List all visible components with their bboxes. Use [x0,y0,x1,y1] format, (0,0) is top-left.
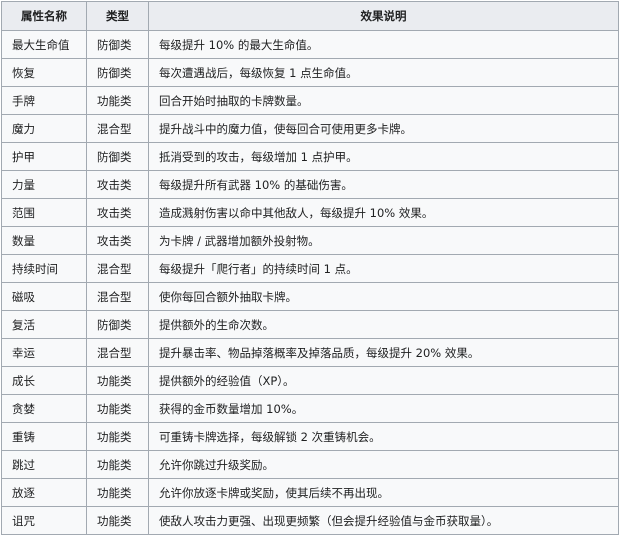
table-row: 幸运 混合型 提升暴击率、物品掉落概率及掉落品质，每级提升 20% 效果。 [1,338,619,367]
effect-cell: 提升暴击率、物品掉落概率及掉落品质，每级提升 20% 效果。 [148,338,619,367]
type-cell: 功能类 [86,506,149,535]
effect-cell: 使敌人攻击力更强、出现更频繁（但会提升经验值与金币获取量）。 [148,506,619,535]
attribute-name-cell: 磁吸 [1,282,87,311]
effect-cell: 每级提升「爬行者」的持续时间 1 点。 [148,254,619,283]
table-row: 放逐 功能类 允许你放逐卡牌或奖励，使其后续不再出现。 [1,478,619,507]
attribute-name-cell: 幸运 [1,338,87,367]
table-body: 最大生命值 防御类 每级提升 10% 的最大生命值。 恢复 防御类 每次遭遇战后，每级恢复… [1,30,619,535]
effect-cell: 每级提升所有武器 10% 的基础伤害。 [148,170,619,199]
attribute-name-cell: 护甲 [1,142,87,171]
header-attribute-name: 属性名称 [1,1,87,31]
attribute-name-cell: 跳过 [1,450,87,479]
type-cell: 攻击类 [86,226,149,255]
table-row: 恢复 防御类 每次遭遇战后，每级恢复 1 点生命值。 [1,58,619,87]
table-row: 诅咒 功能类 使敌人攻击力更强、出现更频繁（但会提升经验值与金币获取量）。 [1,506,619,535]
attribute-name-cell: 重铸 [1,422,87,451]
type-cell: 功能类 [86,86,149,115]
attribute-name-cell: 力量 [1,170,87,199]
effect-cell: 每级提升 10% 的最大生命值。 [148,30,619,59]
table-row: 成长 功能类 提供额外的经验值（XP）。 [1,366,619,395]
attribute-name-cell: 成长 [1,366,87,395]
attribute-name-cell: 范围 [1,198,87,227]
type-cell: 防御类 [86,58,149,87]
effect-cell: 允许你放逐卡牌或奖励，使其后续不再出现。 [148,478,619,507]
type-cell: 功能类 [86,450,149,479]
type-cell: 混合型 [86,282,149,311]
header-type: 类型 [86,1,149,31]
table-row: 力量 攻击类 每级提升所有武器 10% 的基础伤害。 [1,170,619,199]
type-cell: 功能类 [86,478,149,507]
attribute-name-cell: 放逐 [1,478,87,507]
type-cell: 防御类 [86,310,149,339]
table-row: 护甲 防御类 抵消受到的攻击，每级增加 1 点护甲。 [1,142,619,171]
table-row: 持续时间 混合型 每级提升「爬行者」的持续时间 1 点。 [1,254,619,283]
type-cell: 混合型 [86,114,149,143]
table-row: 磁吸 混合型 使你每回合额外抽取卡牌。 [1,282,619,311]
table-row: 手牌 功能类 回合开始时抽取的卡牌数量。 [1,86,619,115]
type-cell: 攻击类 [86,198,149,227]
table-row: 重铸 功能类 可重铸卡牌选择，每级解锁 2 次重铸机会。 [1,422,619,451]
effect-cell: 为卡牌 / 武器增加额外投射物。 [148,226,619,255]
attribute-table: 属性名称 类型 效果说明 最大生命值 防御类 每级提升 10% 的最大生命值。 恢复防… [1,1,619,535]
table-row: 跳过 功能类 允许你跳过升级奖励。 [1,450,619,479]
effect-cell: 允许你跳过升级奖励。 [148,450,619,479]
attribute-name-cell: 恢复 [1,58,87,87]
type-cell: 混合型 [86,254,149,283]
attribute-name-cell: 魔力 [1,114,87,143]
effect-cell: 造成溅射伤害以命中其他敌人，每级提升 10% 效果。 [148,198,619,227]
type-cell: 防御类 [86,30,149,59]
type-cell: 功能类 [86,366,149,395]
header-effect: 效果说明 [148,1,619,31]
attribute-name-cell: 手牌 [1,86,87,115]
effect-cell: 回合开始时抽取的卡牌数量。 [148,86,619,115]
effect-cell: 获得的金币数量增加 10%。 [148,394,619,423]
attribute-name-cell: 复活 [1,310,87,339]
effect-cell: 提供额外的经验值（XP）。 [148,366,619,395]
type-cell: 功能类 [86,422,149,451]
effect-cell: 提升战斗中的魔力值，使每回合可使用更多卡牌。 [148,114,619,143]
type-cell: 功能类 [86,394,149,423]
table-row: 最大生命值 防御类 每级提升 10% 的最大生命值。 [1,30,619,59]
effect-cell: 每次遭遇战后，每级恢复 1 点生命值。 [148,58,619,87]
table-row: 贪婪 功能类 获得的金币数量增加 10%。 [1,394,619,423]
table-header-row: 属性名称 类型 效果说明 [1,1,619,31]
type-cell: 混合型 [86,338,149,367]
effect-cell: 提供额外的生命次数。 [148,310,619,339]
attribute-name-cell: 数量 [1,226,87,255]
effect-cell: 使你每回合额外抽取卡牌。 [148,282,619,311]
table-row: 范围 攻击类 造成溅射伤害以命中其他敌人，每级提升 10% 效果。 [1,198,619,227]
table-row: 数量 攻击类 为卡牌 / 武器增加额外投射物。 [1,226,619,255]
table-row: 复活 防御类 提供额外的生命次数。 [1,310,619,339]
effect-cell: 可重铸卡牌选择，每级解锁 2 次重铸机会。 [148,422,619,451]
type-cell: 攻击类 [86,170,149,199]
attribute-name-cell: 诅咒 [1,506,87,535]
attribute-name-cell: 贪婪 [1,394,87,423]
attribute-name-cell: 最大生命值 [1,30,87,59]
attribute-name-cell: 持续时间 [1,254,87,283]
effect-cell: 抵消受到的攻击，每级增加 1 点护甲。 [148,142,619,171]
type-cell: 防御类 [86,142,149,171]
table-row: 魔力 混合型 提升战斗中的魔力值，使每回合可使用更多卡牌。 [1,114,619,143]
